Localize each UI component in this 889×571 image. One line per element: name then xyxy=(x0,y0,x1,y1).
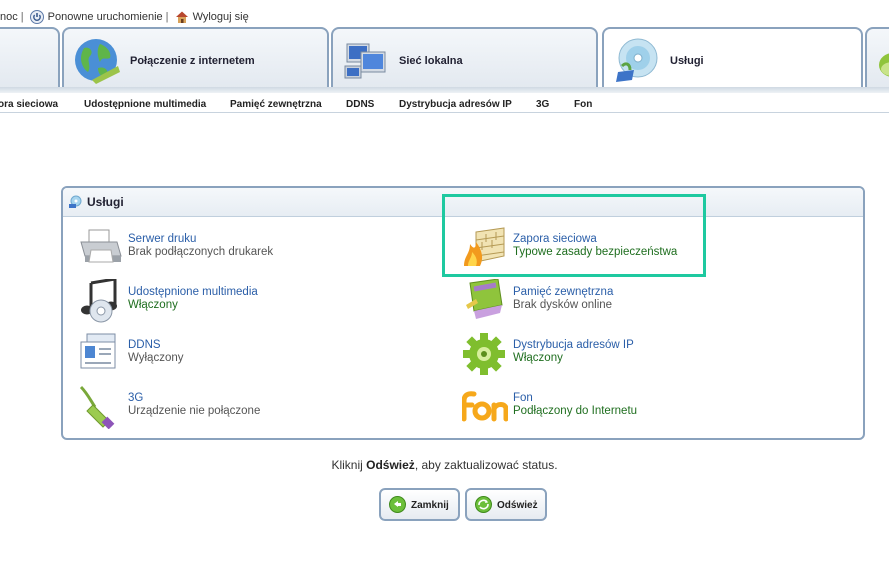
refresh-hint: Kliknij Odśwież, aby zaktualizować statu… xyxy=(0,458,889,472)
subnav-fon[interactable]: Fon xyxy=(574,99,592,110)
service-status: Wyłączony xyxy=(128,352,184,364)
service-name[interactable]: DDNS xyxy=(128,339,161,351)
help-link[interactable]: noc xyxy=(0,11,18,23)
cable-icon xyxy=(79,385,115,429)
service-multimedia[interactable]: Udostępnione multimedia Włączony xyxy=(77,279,437,323)
tab-services-label: Usługi xyxy=(670,55,704,67)
refresh-button-label: Odśwież xyxy=(497,500,538,511)
service-status: Włączony xyxy=(513,352,563,364)
subnav-multimedia[interactable]: Udostępnione multimedia xyxy=(84,99,206,110)
tab-services[interactable]: Usługi xyxy=(602,27,863,93)
hint-text-before: Kliknij xyxy=(331,458,367,472)
cd-icon xyxy=(616,38,658,82)
subnav-3g[interactable]: 3G xyxy=(536,99,549,110)
logout-link[interactable]: Wyloguj się xyxy=(193,11,249,23)
green-tab-icon xyxy=(879,53,889,77)
computers-icon xyxy=(344,43,386,79)
service-dhcp[interactable]: Dystrybucja adresów IP Włączony xyxy=(462,332,822,376)
service-status: Podłączony do Internetu xyxy=(513,405,638,417)
service-ddns[interactable]: DDNS Wyłączony xyxy=(77,332,437,376)
tab-internet[interactable]: Połączenie z internetem xyxy=(62,27,329,88)
tab-lan-label: Sieć lokalna xyxy=(399,55,463,67)
tab-lan[interactable]: Sieć lokalna xyxy=(331,27,598,88)
firewall-highlight-box xyxy=(442,194,706,277)
services-small-icon xyxy=(69,195,82,208)
service-fon[interactable]: Fon Podłączony do Internetu xyxy=(462,385,822,429)
service-print-server[interactable]: Serwer druku Brak podłączonych drukarek xyxy=(77,226,437,270)
gear-icon xyxy=(463,333,505,375)
tab-partial-left[interactable] xyxy=(0,27,60,88)
tab-internet-label: Połączenie z internetem xyxy=(130,55,255,67)
panel-title: Usługi xyxy=(87,195,124,209)
close-icon xyxy=(389,496,406,513)
globe-icon xyxy=(75,39,120,84)
subnav-ddns[interactable]: DDNS xyxy=(346,99,374,110)
service-status: Włączony xyxy=(128,299,178,311)
tab-baseline xyxy=(0,87,889,93)
refresh-icon xyxy=(475,496,492,513)
restart-link[interactable]: Ponowne uruchomienie xyxy=(48,11,163,23)
close-button-label: Zamknij xyxy=(411,500,449,511)
hint-text-after: , aby zaktualizować status. xyxy=(414,458,558,472)
id-card-icon xyxy=(80,333,116,369)
subnav-storage[interactable]: Pamięć zewnętrzna xyxy=(230,99,322,110)
service-3g[interactable]: 3G Urządzenie nie połączone xyxy=(77,385,437,429)
top-links: noc | Ponowne uruchomienie | Wyloguj się xyxy=(0,10,249,24)
service-name[interactable]: Udostępnione multimedia xyxy=(128,286,258,298)
fon-logo-icon xyxy=(462,391,508,422)
service-status: Urządzenie nie połączone xyxy=(128,405,261,417)
service-name[interactable]: 3G xyxy=(128,392,143,404)
usb-stick-icon xyxy=(466,279,503,319)
music-notes-icon xyxy=(81,279,117,323)
service-storage[interactable]: Pamięć zewnętrzna Brak dysków online xyxy=(462,279,822,323)
tab-partial-right[interactable] xyxy=(865,27,889,88)
power-icon xyxy=(29,10,44,24)
service-name[interactable]: Serwer druku xyxy=(128,233,196,245)
service-status: Brak podłączonych drukarek xyxy=(128,246,274,258)
refresh-button[interactable]: Odśwież xyxy=(465,488,547,521)
subnav-firewall[interactable]: ora sieciowa xyxy=(0,99,58,110)
house-icon xyxy=(175,11,188,23)
service-name[interactable]: Pamięć zewnętrzna xyxy=(513,286,613,298)
service-name[interactable]: Dystrybucja adresów IP xyxy=(513,339,634,351)
service-name[interactable]: Fon xyxy=(513,392,533,404)
subnav-dhcp[interactable]: Dystrybucja adresów IP xyxy=(399,99,512,110)
service-status: Brak dysków online xyxy=(513,299,613,311)
subnav-divider xyxy=(0,112,889,113)
hint-text-bold: Odśwież xyxy=(366,458,415,472)
close-button[interactable]: Zamknij xyxy=(379,488,460,521)
printer-icon xyxy=(80,229,122,263)
